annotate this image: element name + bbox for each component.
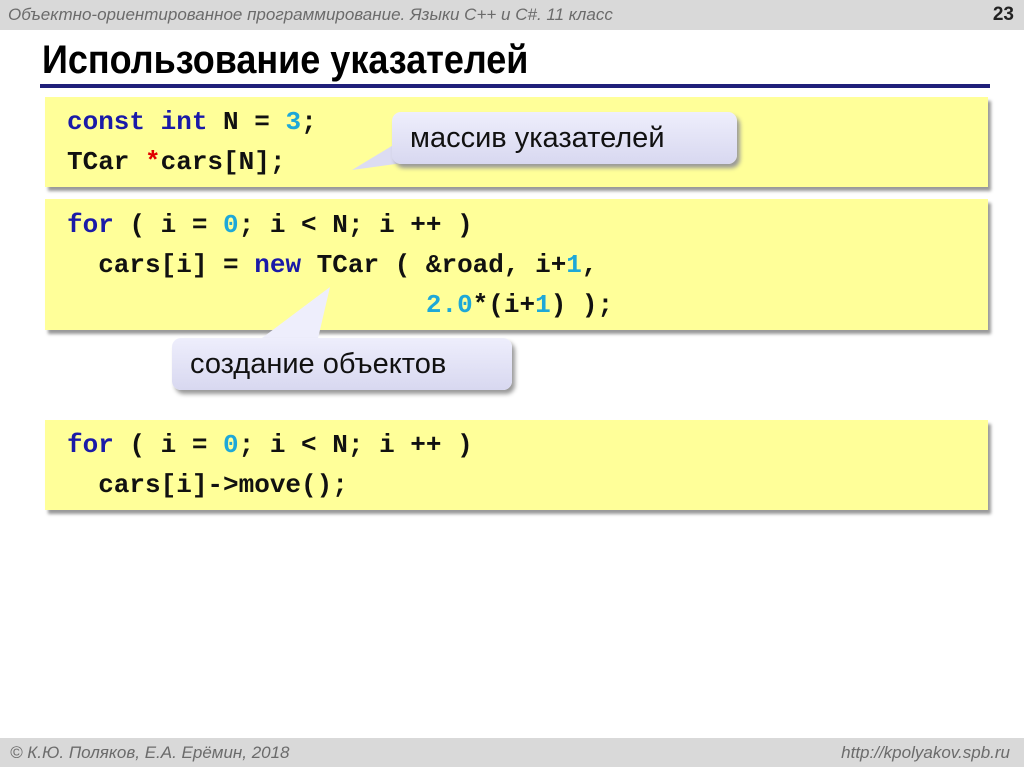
code-line: cars[i]->move(); [67,465,473,505]
slide-title: Использование указателей [42,38,529,82]
code-line: for ( i = 0; i < N; i ++ ) [67,205,613,245]
code-token: *(i+ [472,290,536,320]
code-token: cars[i] = [67,250,255,280]
code-number: 1 [535,290,551,320]
callout-text: создание объектов [190,348,447,380]
course-title: Объектно-ориентированное программировани… [8,5,613,24]
title-divider [40,84,990,88]
slide-number: 23 [992,4,1014,25]
callout-text: массив указателей [410,122,665,154]
code-line: cars[i] = new TCar ( &road, i+1, [67,245,613,285]
header-bar: Объектно-ориентированное программировани… [0,0,1024,30]
callout-pointer-array: массив указателей [392,112,737,164]
code-token: ( i = [113,430,224,460]
code-token: ; i < N; i ++ ) [238,210,473,240]
code-token: * [145,147,161,177]
code-number: 1 [566,250,582,280]
code-token: ; i < N; i ++ ) [238,430,473,460]
code-keyword: new [254,250,302,280]
code: for ( i = 0; i < N; i ++ ) cars[i] = new… [67,205,613,325]
code-number: 2.0 [425,290,473,320]
authors: © К.Ю. Поляков, Е.А. Ерёмин, 2018 [10,743,290,762]
code-number: 0 [223,210,239,240]
code-line: for ( i = 0; i < N; i ++ ) [67,425,473,465]
code-token: cars[N]; [160,147,286,177]
code-line: TCar *cars[N]; [67,142,317,182]
code-token: ; [301,107,317,137]
site-url[interactable]: http://kpolyakov.spb.ru [841,743,1010,763]
code-block-create: for ( i = 0; i < N; i ++ ) cars[i] = new… [45,199,988,330]
footer-bar: © К.Ю. Поляков, Е.А. Ерёмин, 2018 http:/… [0,738,1024,767]
code-token: ( i = [113,210,224,240]
code-token: TCar [67,147,146,177]
code-keyword: for [67,210,114,240]
code-keyword: const int [67,107,224,137]
code-token: ) ); [550,290,614,320]
callout-object-creation: создание объектов [172,338,512,390]
code: const int N = 3; TCar *cars[N]; [67,102,317,182]
code-number: 0 [223,430,239,460]
code-line: const int N = 3; [67,102,317,142]
code-token: cars[i]->move(); [67,470,348,500]
code: for ( i = 0; i < N; i ++ ) cars[i]->move… [67,425,473,505]
code-token: TCar ( &road, i+ [301,250,567,280]
code-block-move: for ( i = 0; i < N; i ++ ) cars[i]->move… [45,420,988,510]
code-line: 2.0*(i+1) ); [67,285,613,325]
code-keyword: for [67,430,114,460]
code-token: , [581,250,598,280]
code-token: N = [223,107,286,137]
code-number: 3 [285,107,302,137]
